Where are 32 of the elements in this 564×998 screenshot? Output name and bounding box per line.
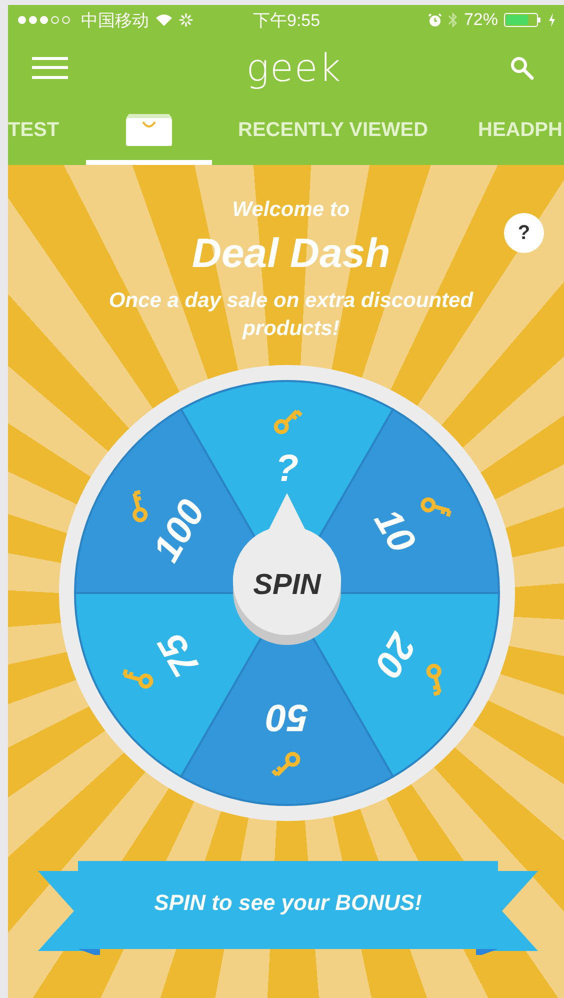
key-icon xyxy=(273,409,303,434)
welcome-text: Welcome to xyxy=(232,198,350,222)
search-button[interactable] xyxy=(510,56,534,80)
menu-icon xyxy=(32,56,68,78)
banner-text: SPIN to see your BONUS! xyxy=(154,890,422,916)
segment-label: 75 xyxy=(150,626,208,684)
battery-percentage: 72% xyxy=(464,10,498,30)
wifi-icon xyxy=(155,13,173,27)
key-icon xyxy=(132,490,148,522)
category-tab[interactable]: HEADPH xyxy=(478,100,564,165)
alarm-clock-icon xyxy=(428,13,442,27)
carrier-name: 中国移动 xyxy=(81,10,149,32)
clock-time: 下午9:55 xyxy=(253,10,320,32)
segment-label: ? xyxy=(274,448,298,490)
key-icon xyxy=(420,497,451,518)
geek-logo: geek xyxy=(246,46,342,90)
bluetooth-icon xyxy=(448,12,458,28)
search-icon xyxy=(510,56,534,80)
help-button[interactable]: ? xyxy=(504,213,544,253)
menu-button[interactable] xyxy=(32,56,68,78)
category-tab[interactable]: RECENTLY VIEWED xyxy=(212,100,478,165)
charging-icon xyxy=(548,13,556,27)
segment-label: 50 xyxy=(265,696,308,738)
spinner-icon xyxy=(179,13,193,27)
category-tab[interactable]: TEST xyxy=(8,100,86,165)
battery-icon xyxy=(504,12,542,28)
segment-label: 20 xyxy=(365,626,423,684)
key-icon xyxy=(426,664,442,696)
shopping-bag-icon xyxy=(125,114,173,146)
segment-label: 10 xyxy=(365,502,423,560)
key-icon xyxy=(270,752,300,777)
key-icon xyxy=(122,668,153,689)
